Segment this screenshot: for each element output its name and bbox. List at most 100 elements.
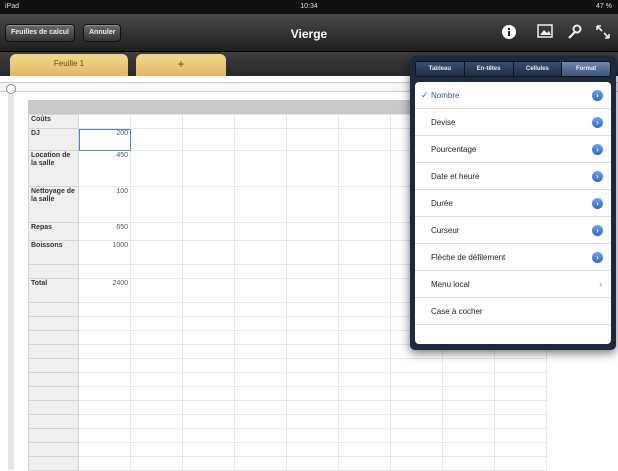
table-cell[interactable] — [286, 414, 339, 429]
table-cell[interactable] — [338, 302, 391, 317]
table-cell[interactable] — [234, 222, 287, 241]
disclosure-icon[interactable]: › — [592, 117, 603, 128]
format-option-5[interactable]: Curseur › — [415, 217, 611, 244]
table-cell[interactable] — [390, 414, 443, 429]
value-cell[interactable] — [78, 400, 131, 415]
table-cell[interactable] — [182, 428, 235, 443]
row-label-cell[interactable] — [28, 372, 79, 387]
table-cell[interactable] — [130, 400, 183, 415]
value-cell[interactable]: 2400 — [78, 278, 131, 303]
disclosure-icon[interactable]: › — [592, 144, 603, 155]
table-cell[interactable] — [130, 428, 183, 443]
table-cell[interactable] — [130, 316, 183, 331]
tab-cells[interactable]: Cellules — [513, 62, 563, 76]
table-cell[interactable] — [286, 128, 339, 151]
table-cell[interactable] — [286, 278, 339, 303]
table-cell[interactable] — [286, 442, 339, 457]
value-cell[interactable] — [78, 302, 131, 317]
disclosure-icon[interactable]: › — [592, 225, 603, 236]
format-option-2[interactable]: Pourcentage › — [415, 136, 611, 163]
format-option-4[interactable]: Durée › — [415, 190, 611, 217]
table-cell[interactable] — [494, 400, 547, 415]
table-cell[interactable] — [130, 186, 183, 223]
table-cell[interactable] — [494, 414, 547, 429]
table-cell[interactable] — [338, 358, 391, 373]
table-cell[interactable] — [130, 386, 183, 401]
format-option-6[interactable]: Flèche de défilement › — [415, 244, 611, 271]
tab-headers[interactable]: En-têtes — [464, 62, 514, 76]
wrench-icon[interactable] — [565, 24, 583, 42]
table-cell[interactable] — [130, 278, 183, 303]
table-cell[interactable] — [338, 114, 391, 129]
table-cell[interactable] — [338, 344, 391, 359]
table-cell[interactable] — [234, 240, 287, 265]
disclosure-icon[interactable]: › — [592, 171, 603, 182]
table-cell[interactable] — [442, 442, 495, 457]
format-option-0[interactable]: ✓ Nombre › — [415, 82, 611, 109]
table-cell[interactable] — [182, 442, 235, 457]
fullscreen-icon[interactable] — [594, 24, 612, 42]
table-cell[interactable] — [494, 456, 547, 471]
table-cell[interactable] — [338, 400, 391, 415]
table-cell[interactable] — [442, 428, 495, 443]
table-cell[interactable] — [234, 372, 287, 387]
table-cell[interactable] — [130, 344, 183, 359]
table-cell[interactable] — [338, 442, 391, 457]
table-cell[interactable] — [338, 222, 391, 241]
value-cell[interactable] — [78, 114, 131, 129]
table-cell[interactable] — [338, 264, 391, 279]
table-cell[interactable] — [130, 264, 183, 279]
format-option-7[interactable]: Menu local › — [415, 271, 611, 298]
value-cell[interactable] — [78, 344, 131, 359]
info-icon[interactable] — [500, 24, 518, 42]
value-cell[interactable]: 1000 — [78, 240, 131, 265]
table-cell[interactable] — [442, 358, 495, 373]
table-cell[interactable] — [234, 330, 287, 345]
row-label-cell[interactable] — [28, 400, 79, 415]
table-cell[interactable] — [182, 358, 235, 373]
table-cell[interactable] — [182, 240, 235, 265]
table-cell[interactable] — [286, 456, 339, 471]
value-cell[interactable]: 100 — [78, 186, 131, 223]
format-option-1[interactable]: Devise › — [415, 109, 611, 136]
value-cell[interactable]: 650 — [78, 222, 131, 241]
table-cell[interactable] — [442, 414, 495, 429]
table-cell[interactable] — [182, 330, 235, 345]
table-cell[interactable] — [130, 114, 183, 129]
table-cell[interactable] — [494, 428, 547, 443]
table-cell[interactable] — [182, 150, 235, 187]
table-cell[interactable] — [182, 456, 235, 471]
table-cell[interactable] — [234, 264, 287, 279]
value-cell[interactable] — [78, 428, 131, 443]
row-label-cell[interactable] — [28, 344, 79, 359]
table-cell[interactable] — [286, 386, 339, 401]
table-cell[interactable] — [182, 400, 235, 415]
table-cell[interactable] — [338, 414, 391, 429]
table-cell[interactable] — [390, 442, 443, 457]
table-cell[interactable] — [182, 386, 235, 401]
table-cell[interactable] — [494, 372, 547, 387]
table-row[interactable] — [28, 358, 547, 373]
table-cell[interactable] — [182, 414, 235, 429]
table-cell[interactable] — [234, 302, 287, 317]
table-cell[interactable] — [286, 222, 339, 241]
table-cell[interactable] — [182, 114, 235, 129]
row-label-cell[interactable]: Total — [28, 278, 79, 303]
value-cell[interactable] — [78, 330, 131, 345]
table-cell[interactable] — [130, 240, 183, 265]
value-cell[interactable] — [78, 456, 131, 471]
table-cell[interactable] — [130, 372, 183, 387]
table-cell[interactable] — [130, 414, 183, 429]
value-cell[interactable] — [78, 264, 131, 279]
value-cell[interactable] — [78, 372, 131, 387]
table-cell[interactable] — [390, 386, 443, 401]
table-cell[interactable] — [234, 358, 287, 373]
row-label-cell[interactable]: Boissons — [28, 240, 79, 265]
table-cell[interactable] — [494, 358, 547, 373]
table-row[interactable] — [28, 456, 547, 471]
table-cell[interactable] — [234, 456, 287, 471]
tab-table[interactable]: Tableau — [416, 62, 465, 76]
value-cell[interactable]: 450 — [78, 150, 131, 187]
table-cell[interactable] — [182, 278, 235, 303]
table-cell[interactable] — [338, 456, 391, 471]
